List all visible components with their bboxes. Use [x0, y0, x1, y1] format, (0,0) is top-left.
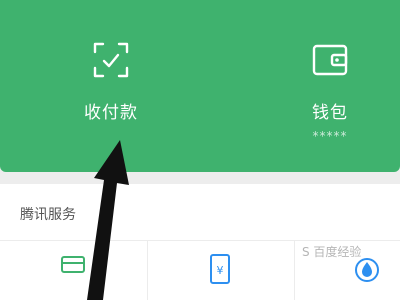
pointer-arrow-icon — [87, 140, 129, 300]
